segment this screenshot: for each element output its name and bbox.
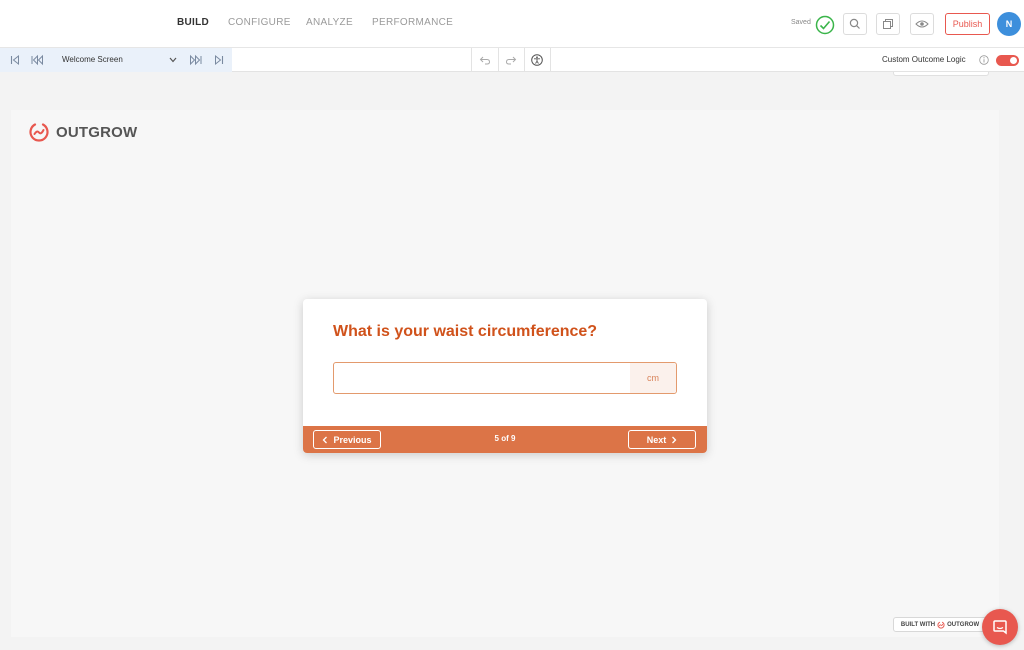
top-nav-bar: BUILD CONFIGURE ANALYZE PERFORMANCE Save… <box>0 0 1024 48</box>
question-card: What is your waist circumference? cm Pre… <box>303 299 707 453</box>
card-footer: Previous 5 of 9 Next <box>303 426 707 453</box>
next-button[interactable]: Next <box>628 430 696 449</box>
next-label: Next <box>646 434 667 445</box>
eye-icon <box>915 20 929 28</box>
search-icon <box>849 18 860 29</box>
built-with-text: BUILT WITH <box>900 621 936 628</box>
user-avatar[interactable]: N <box>997 12 1021 36</box>
chevron-down-icon <box>169 57 177 63</box>
chevron-right-icon <box>672 436 677 443</box>
saved-status-label: Saved <box>791 19 811 26</box>
duplicate-button[interactable] <box>876 13 900 35</box>
hidden-panel-tab[interactable] <box>893 72 989 76</box>
toolbar-divider <box>524 48 525 72</box>
toolbar-divider <box>550 48 551 72</box>
unit-label: cm <box>630 363 676 393</box>
copy-icon <box>883 19 893 29</box>
outgrow-logo-text: OUTGROW <box>56 123 138 141</box>
screen-select-value: Welcome Screen <box>62 55 123 64</box>
accessibility-icon[interactable] <box>531 54 543 66</box>
tab-configure[interactable]: CONFIGURE <box>228 17 291 28</box>
outgrow-logo-icon <box>29 123 49 142</box>
tab-build[interactable]: BUILD <box>177 17 209 28</box>
tab-performance[interactable]: PERFORMANCE <box>372 17 453 28</box>
question-title: What is your waist circumference? <box>333 323 598 340</box>
editor-toolbar: Welcome Screen Custom Outcome Logic <box>0 48 1024 72</box>
custom-outcome-logic-toggle[interactable] <box>996 55 1019 66</box>
screen-navigator: Welcome Screen <box>0 48 232 72</box>
fast-forward-icon[interactable] <box>190 54 202 66</box>
undo-icon[interactable] <box>479 54 491 66</box>
screen-select[interactable]: Welcome Screen <box>54 50 184 70</box>
outgrow-logo: OUTGROW <box>28 121 137 143</box>
toolbar-divider <box>498 48 499 72</box>
built-with-brand: OUTGROW <box>947 621 980 628</box>
search-button[interactable] <box>843 13 867 35</box>
preview-button[interactable] <box>910 13 934 35</box>
chat-launcher-button[interactable] <box>982 609 1018 645</box>
last-screen-icon[interactable] <box>213 54 225 66</box>
answer-input[interactable] <box>334 363 630 393</box>
chat-icon <box>993 620 1007 635</box>
first-screen-icon[interactable] <box>9 54 21 66</box>
answer-field: cm <box>333 362 677 394</box>
tab-analyze[interactable]: ANALYZE <box>306 17 353 28</box>
rewind-icon[interactable] <box>31 54 43 66</box>
built-with-badge[interactable]: BUILT WITH OUTGROW <box>893 617 987 632</box>
toolbar-divider <box>471 48 472 72</box>
custom-outcome-logic-label: Custom Outcome Logic <box>882 55 966 64</box>
publish-button[interactable]: Publish <box>945 13 990 35</box>
saved-check-icon <box>815 15 835 35</box>
outgrow-logo-icon <box>937 621 945 629</box>
info-icon[interactable] <box>979 55 989 65</box>
redo-icon[interactable] <box>505 54 517 66</box>
